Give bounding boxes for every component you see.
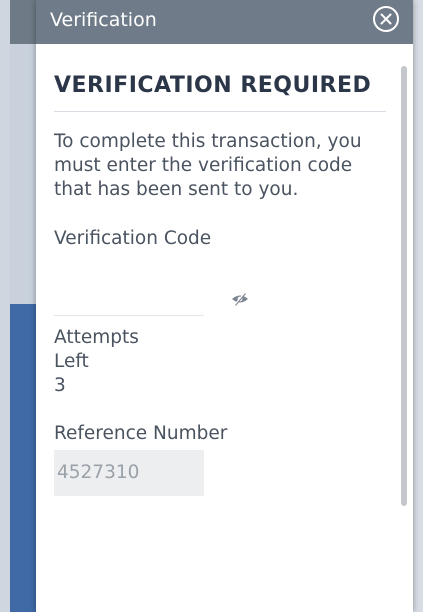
reference-number-label: Reference Number xyxy=(54,423,228,444)
verification-code-label: Verification Code xyxy=(54,228,212,249)
close-button[interactable] xyxy=(371,4,401,34)
scrollbar[interactable] xyxy=(401,66,407,506)
instructions-text: To complete this transaction, you must e… xyxy=(54,131,362,200)
dialog-body: VERIFICATION REQUIRED To complete this t… xyxy=(54,70,388,496)
verification-dialog: Verification VERIFICATION REQUIRED To co… xyxy=(36,0,413,612)
eye-slash-icon xyxy=(232,292,248,306)
show-code-toggle[interactable] xyxy=(231,291,249,306)
attempts-count: 3 xyxy=(54,375,66,396)
page-title: VERIFICATION REQUIRED xyxy=(54,70,386,112)
background-page xyxy=(0,0,36,612)
dialog-title: Verification xyxy=(50,9,157,31)
dialog-header: Verification xyxy=(36,0,413,44)
screen: Verification VERIFICATION REQUIRED To co… xyxy=(0,0,423,612)
attempts-label-line2: Left xyxy=(54,351,89,372)
attempts-left: Attempts Left 3 xyxy=(54,326,388,398)
reference-number-value: 4527310 xyxy=(54,450,204,496)
verification-code-field xyxy=(54,281,248,316)
background-page-right xyxy=(413,0,423,612)
attempts-label-line1: Attempts xyxy=(54,327,139,348)
close-circle-icon xyxy=(373,6,399,32)
verification-code-input[interactable] xyxy=(54,281,204,315)
